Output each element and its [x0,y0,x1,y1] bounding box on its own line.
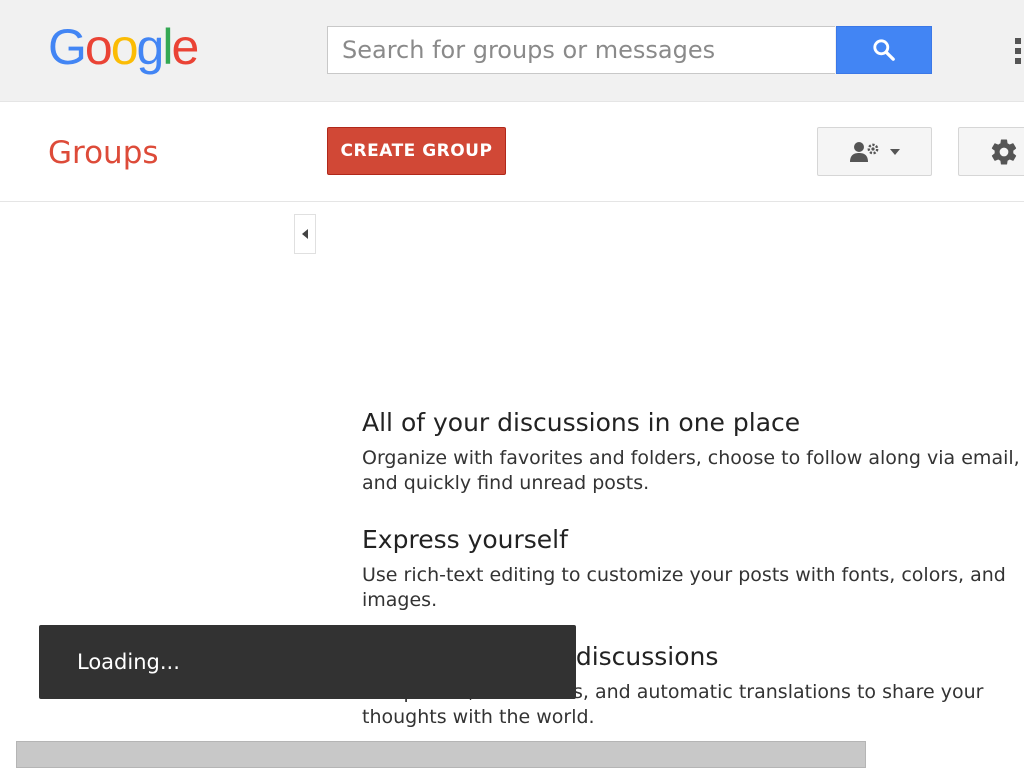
feature-title: Express yourself [362,525,568,554]
feature-title: All of your discussions in one place [362,408,801,437]
feature-item: Express yourself Use rich-text editing t… [362,523,1024,613]
loading-toast: Loading... [39,625,576,699]
logo-letter: l [162,19,173,75]
groups-toolbar: Groups CREATE GROUP [0,102,1024,202]
logo-letter: o [84,19,113,75]
apps-dot [1015,48,1021,54]
chevron-down-icon [889,148,900,155]
logo-letter: g [136,19,165,75]
groups-title[interactable]: Groups [48,135,159,171]
feature-description: Use rich-text editing to customize your … [362,564,1006,611]
logo-letter: o [110,19,139,75]
top-header: Google [0,0,1024,102]
apps-dot [1015,38,1021,44]
apps-dot [1015,58,1021,64]
manage-account-button[interactable] [817,127,932,176]
loading-message: Loading... [77,650,180,674]
logo-letter: e [171,19,199,75]
gear-icon [991,139,1017,165]
google-groups-page: Google Groups CREATE GROUP [0,0,1024,768]
apps-icon[interactable] [1012,38,1024,66]
feature-list: All of your discussions in one place Org… [362,406,1024,757]
sidebar-collapse-toggle[interactable] [294,214,316,254]
search-box [327,26,835,74]
google-logo[interactable]: Google [48,19,199,75]
logo-letter: G [48,19,87,75]
search-icon [873,39,895,61]
chevron-left-icon [302,229,308,239]
settings-button[interactable] [958,127,1024,176]
search-input[interactable] [328,27,835,73]
create-group-button[interactable]: CREATE GROUP [327,127,506,175]
feature-item: All of your discussions in one place Org… [362,406,1024,496]
feature-description: Organize with favorites and folders, cho… [362,447,1020,494]
manage-account-icon [849,141,878,162]
search-button[interactable] [836,26,932,74]
horizontal-scrollbar[interactable] [16,741,866,768]
